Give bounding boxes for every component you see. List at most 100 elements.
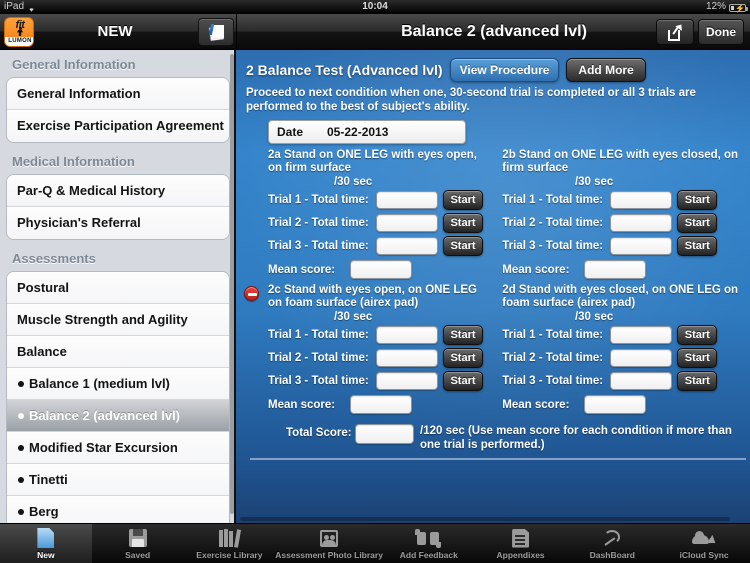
- sidebar-item-balance-2-advanced-lvl[interactable]: Balance 2 (advanced lvl): [7, 400, 229, 432]
- start-timer-button[interactable]: Start: [443, 325, 483, 345]
- condition-unit-label: /30 sec: [574, 311, 614, 323]
- sidebar-item-tinetti[interactable]: Tinetti: [7, 464, 229, 496]
- trial-label: Trial 1 - Total time:: [268, 194, 369, 206]
- start-timer-button[interactable]: Start: [443, 236, 483, 256]
- condition-2d: 2d Stand with eyes closed, on ONE LEG on…: [502, 284, 740, 414]
- test-header-row: 2 Balance Test (Advanced lvl) View Proce…: [246, 58, 740, 82]
- start-timer-button[interactable]: Start: [677, 371, 718, 391]
- logo-figure-icon: [17, 27, 23, 36]
- trial-time-input[interactable]: [610, 214, 673, 232]
- sidebar-item-balance[interactable]: Balance: [7, 336, 229, 368]
- trial-time-input[interactable]: [376, 191, 438, 209]
- tab-label: Appendixes: [496, 550, 545, 560]
- battery-charging-icon: ⚡: [729, 4, 748, 13]
- done-button[interactable]: Done: [698, 19, 744, 45]
- tab-assessment-photo-library[interactable]: Assessment Photo Library: [275, 524, 383, 563]
- sidebar-item-general-information[interactable]: General Information: [7, 78, 229, 110]
- thumbs-up-down-icon: [383, 527, 475, 549]
- date-field[interactable]: Date 05-22-2013: [268, 120, 466, 144]
- bullet-icon: [18, 381, 24, 387]
- trial-label: Trial 3 - Total time:: [268, 240, 369, 252]
- mean-score-input[interactable]: [584, 395, 647, 414]
- total-score-input[interactable]: [354, 424, 414, 444]
- trial-label: Trial 2 - Total time:: [268, 217, 369, 229]
- tab-new[interactable]: New: [0, 524, 92, 563]
- trial-time-input[interactable]: [376, 372, 438, 390]
- tab-add-feedback[interactable]: Add Feedback: [383, 524, 475, 563]
- share-button[interactable]: [656, 19, 694, 45]
- trial-time-input[interactable]: [610, 191, 673, 209]
- trial-row: Trial 3 - Total time: Start: [268, 236, 492, 256]
- mean-score-input[interactable]: [584, 260, 647, 279]
- total-score-row: Total Score: /120 sec (Use mean score fo…: [286, 424, 740, 452]
- sidebar-item-physician-s-referral[interactable]: Physician's Referral: [7, 207, 229, 239]
- sidebar-item-muscle-strength-and-agility[interactable]: Muscle Strength and Agility: [7, 304, 229, 336]
- add-more-button[interactable]: Add More: [566, 58, 646, 82]
- bullet-icon: [18, 445, 24, 451]
- start-timer-button[interactable]: Start: [443, 348, 483, 368]
- gauge-icon: [566, 527, 658, 549]
- sidebar-item-label: Par-Q & Medical History: [17, 183, 166, 198]
- sidebar-group: General Information Exercise Participatio…: [6, 77, 230, 143]
- sidebar[interactable]: General Information General Information Ex…: [0, 50, 236, 523]
- start-timer-button[interactable]: Start: [677, 213, 718, 233]
- mean-score-input[interactable]: [350, 260, 412, 279]
- sidebar-item-exercise-participation-agreement[interactable]: Exercise Participation Agreement: [7, 110, 229, 142]
- navigation-bar-left: fit LUMON NEW: [0, 14, 236, 50]
- sidebar-item-balance-1-medium-lvl[interactable]: Balance 1 (medium lvl): [7, 368, 229, 400]
- start-timer-button[interactable]: Start: [443, 371, 483, 391]
- tab-exercise-library[interactable]: Exercise Library: [184, 524, 276, 563]
- tab-dashboard[interactable]: DashBoard: [566, 524, 658, 563]
- start-timer-button[interactable]: Start: [443, 213, 483, 233]
- floppy-disk-icon: [92, 527, 184, 549]
- tab-icloud-sync[interactable]: iCloud Sync: [658, 524, 750, 563]
- trial-time-input[interactable]: [610, 326, 673, 344]
- trial-time-input[interactable]: [610, 237, 673, 255]
- sidebar-section-header: Medical Information: [12, 154, 135, 169]
- bottom-divider: [250, 458, 746, 460]
- start-timer-button[interactable]: Start: [677, 348, 718, 368]
- trial-row: Trial 3 - Total time: Start: [502, 371, 740, 391]
- trial-time-input[interactable]: [376, 214, 438, 232]
- sidebar-item-label: Berg: [29, 504, 59, 519]
- tab-saved[interactable]: Saved: [92, 524, 184, 563]
- sidebar-item-label: Muscle Strength and Agility: [17, 312, 188, 327]
- start-timer-button[interactable]: Start: [677, 325, 718, 345]
- sidebar-item-label: Physician's Referral: [17, 215, 141, 230]
- tab-appendixes[interactable]: Appendixes: [475, 524, 567, 563]
- trial-time-input[interactable]: [376, 237, 438, 255]
- mean-score-input[interactable]: [350, 395, 412, 414]
- sidebar-item-par-q-medical-history[interactable]: Par-Q & Medical History: [7, 175, 229, 207]
- sidebar-item-modified-star-excursion[interactable]: Modified Star Excursion: [7, 432, 229, 464]
- view-procedure-button[interactable]: View Procedure: [449, 58, 560, 82]
- start-timer-button[interactable]: Start: [677, 236, 718, 256]
- trial-time-input[interactable]: [610, 372, 673, 390]
- main-horizontal-scrollbar[interactable]: [240, 517, 730, 521]
- sidebar-scroll-content: General Information General Information Ex…: [0, 50, 236, 523]
- main-content-panel: 2 Balance Test (Advanced lvl) View Proce…: [236, 50, 750, 523]
- trial-time-input[interactable]: [610, 349, 673, 367]
- start-timer-button[interactable]: Start: [677, 190, 718, 210]
- navigation-bar: fit LUMON NEW Balance 2 (advanced lvl) D…: [0, 14, 750, 50]
- trial-time-input[interactable]: [376, 349, 438, 367]
- total-score-label: Total Score:: [286, 427, 352, 439]
- start-timer-button[interactable]: Start: [443, 190, 483, 210]
- tab-label: iCloud Sync: [679, 550, 729, 560]
- instructions-text: Proceed to next condition when one, 30-s…: [246, 87, 696, 113]
- sidebar-item-berg[interactable]: Berg: [7, 496, 229, 523]
- ipad-app-window: iPad 10:04 12% ⚡ fit LUMON NEW Balance 2…: [0, 0, 750, 563]
- sidebar-item-postural[interactable]: Postural: [7, 272, 229, 304]
- bullet-icon: [18, 509, 24, 515]
- photo-library-icon: [275, 527, 383, 549]
- condition-row-cd: 2c Stand with eyes open, on ONE LEG on f…: [244, 284, 740, 414]
- sidebar-item-label: Modified Star Excursion: [29, 440, 178, 455]
- mean-score-label: Mean score:: [502, 263, 570, 276]
- condition-title: 2a Stand on ONE LEG with eyes open, on f…: [268, 149, 477, 174]
- trial-time-input[interactable]: [376, 326, 438, 344]
- test-title: 2 Balance Test (Advanced lvl): [246, 62, 443, 78]
- delete-condition-icon[interactable]: [244, 286, 259, 301]
- trial-row: Trial 2 - Total time: Start: [268, 213, 492, 233]
- sidebar-item-label: Postural: [17, 280, 70, 295]
- notes-button[interactable]: [198, 18, 234, 46]
- sidebar-group: Par-Q & Medical History Physician's Refer…: [6, 174, 230, 240]
